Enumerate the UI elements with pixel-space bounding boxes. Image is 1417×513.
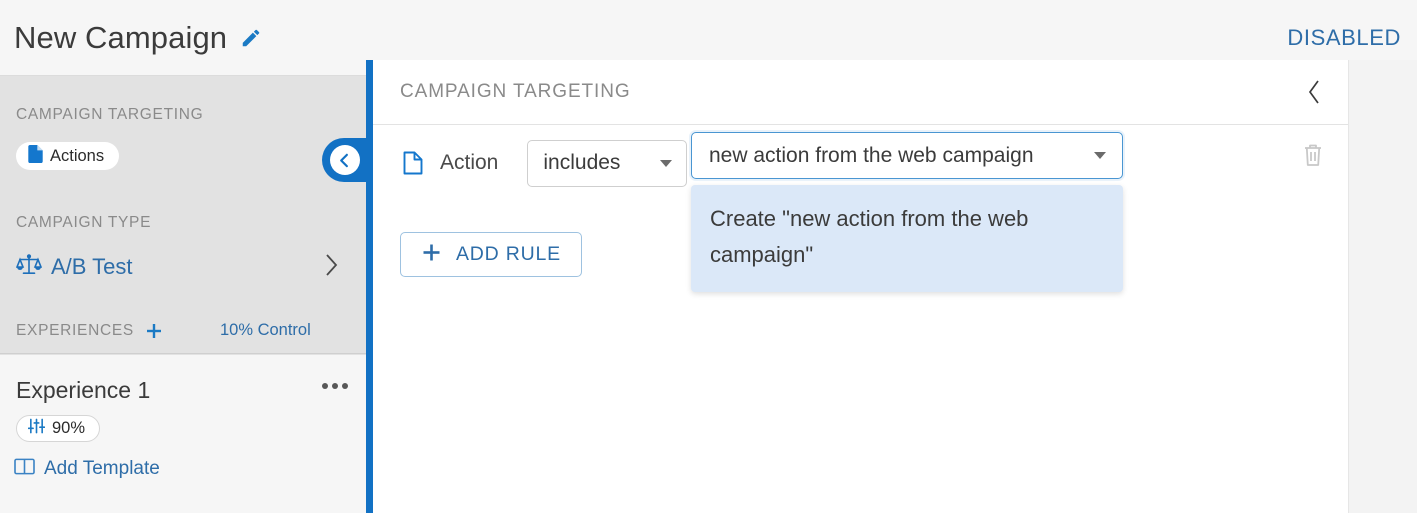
campaign-targeting-panel: CAMPAIGN TARGETING Action includes new xyxy=(373,60,1348,513)
targeting-actions-pill[interactable]: Actions xyxy=(16,142,119,170)
rule-operator-value: includes xyxy=(543,151,620,175)
campaign-status-toggle[interactable]: DISABLED xyxy=(1287,25,1401,51)
sidebar-item-campaign-type[interactable]: A/B Test xyxy=(16,252,350,282)
rule-value-text: new action from the web campaign xyxy=(709,144,1034,168)
page-title: New Campaign xyxy=(14,22,227,53)
experiences-header: EXPERIENCES 10% Control xyxy=(0,308,366,354)
sidebar-section-campaign-targeting: CAMPAIGN TARGETING xyxy=(16,106,203,124)
rule-value-combobox[interactable]: new action from the web campaign xyxy=(691,132,1123,179)
chevron-down-icon xyxy=(660,160,672,167)
chevron-down-icon xyxy=(1094,152,1106,159)
rule-operator-select[interactable]: includes xyxy=(527,140,687,187)
rule-field-label: Action xyxy=(440,151,498,175)
plus-icon xyxy=(421,242,442,268)
experience-name: Experience 1 xyxy=(16,377,150,404)
chevron-right-icon[interactable] xyxy=(324,252,340,283)
left-sidebar: CAMPAIGN TARGETING Actions CAMPAIGN TYPE xyxy=(0,76,366,513)
columns-icon xyxy=(14,457,35,481)
chevron-left-circle-icon xyxy=(330,145,360,175)
combobox-suggestion-text: Create "new action from the web campaign… xyxy=(710,201,1101,272)
sliders-icon xyxy=(28,418,45,439)
sidebar-collapse-button[interactable] xyxy=(322,138,370,182)
plus-icon[interactable] xyxy=(144,321,164,341)
panel-divider-rail xyxy=(366,60,373,513)
sidebar-section-campaign-type: CAMPAIGN TYPE xyxy=(16,214,151,232)
add-template-button[interactable]: Add Template xyxy=(14,457,160,481)
add-rule-label: ADD RULE xyxy=(456,243,561,266)
app-root: New Campaign DISABLED CAMPAIGN TARGETING… xyxy=(0,0,1417,513)
panel-title: CAMPAIGN TARGETING xyxy=(400,81,631,103)
experience-percent-label: 90% xyxy=(52,419,85,438)
pencil-icon[interactable] xyxy=(240,27,262,49)
right-gutter xyxy=(1348,60,1417,513)
balance-scale-icon xyxy=(16,253,42,282)
combobox-suggestion-option[interactable]: Create "new action from the web campaign… xyxy=(691,185,1123,292)
more-options-icon[interactable] xyxy=(322,383,348,389)
campaign-type-label: A/B Test xyxy=(51,254,133,280)
targeting-actions-label: Actions xyxy=(50,147,104,166)
chevron-left-icon[interactable] xyxy=(1306,78,1323,106)
experiences-label: EXPERIENCES xyxy=(16,322,134,340)
document-outline-icon xyxy=(403,151,423,175)
add-template-label: Add Template xyxy=(44,458,160,480)
document-icon xyxy=(28,145,43,168)
panel-header: CAMPAIGN TARGETING xyxy=(373,60,1348,125)
trash-icon[interactable] xyxy=(1301,142,1325,168)
control-percentage-link[interactable]: 10% Control xyxy=(220,321,311,340)
add-rule-button[interactable]: ADD RULE xyxy=(400,232,582,277)
experience-percent-pill[interactable]: 90% xyxy=(16,415,100,442)
experience-card: Experience 1 xyxy=(0,355,366,513)
